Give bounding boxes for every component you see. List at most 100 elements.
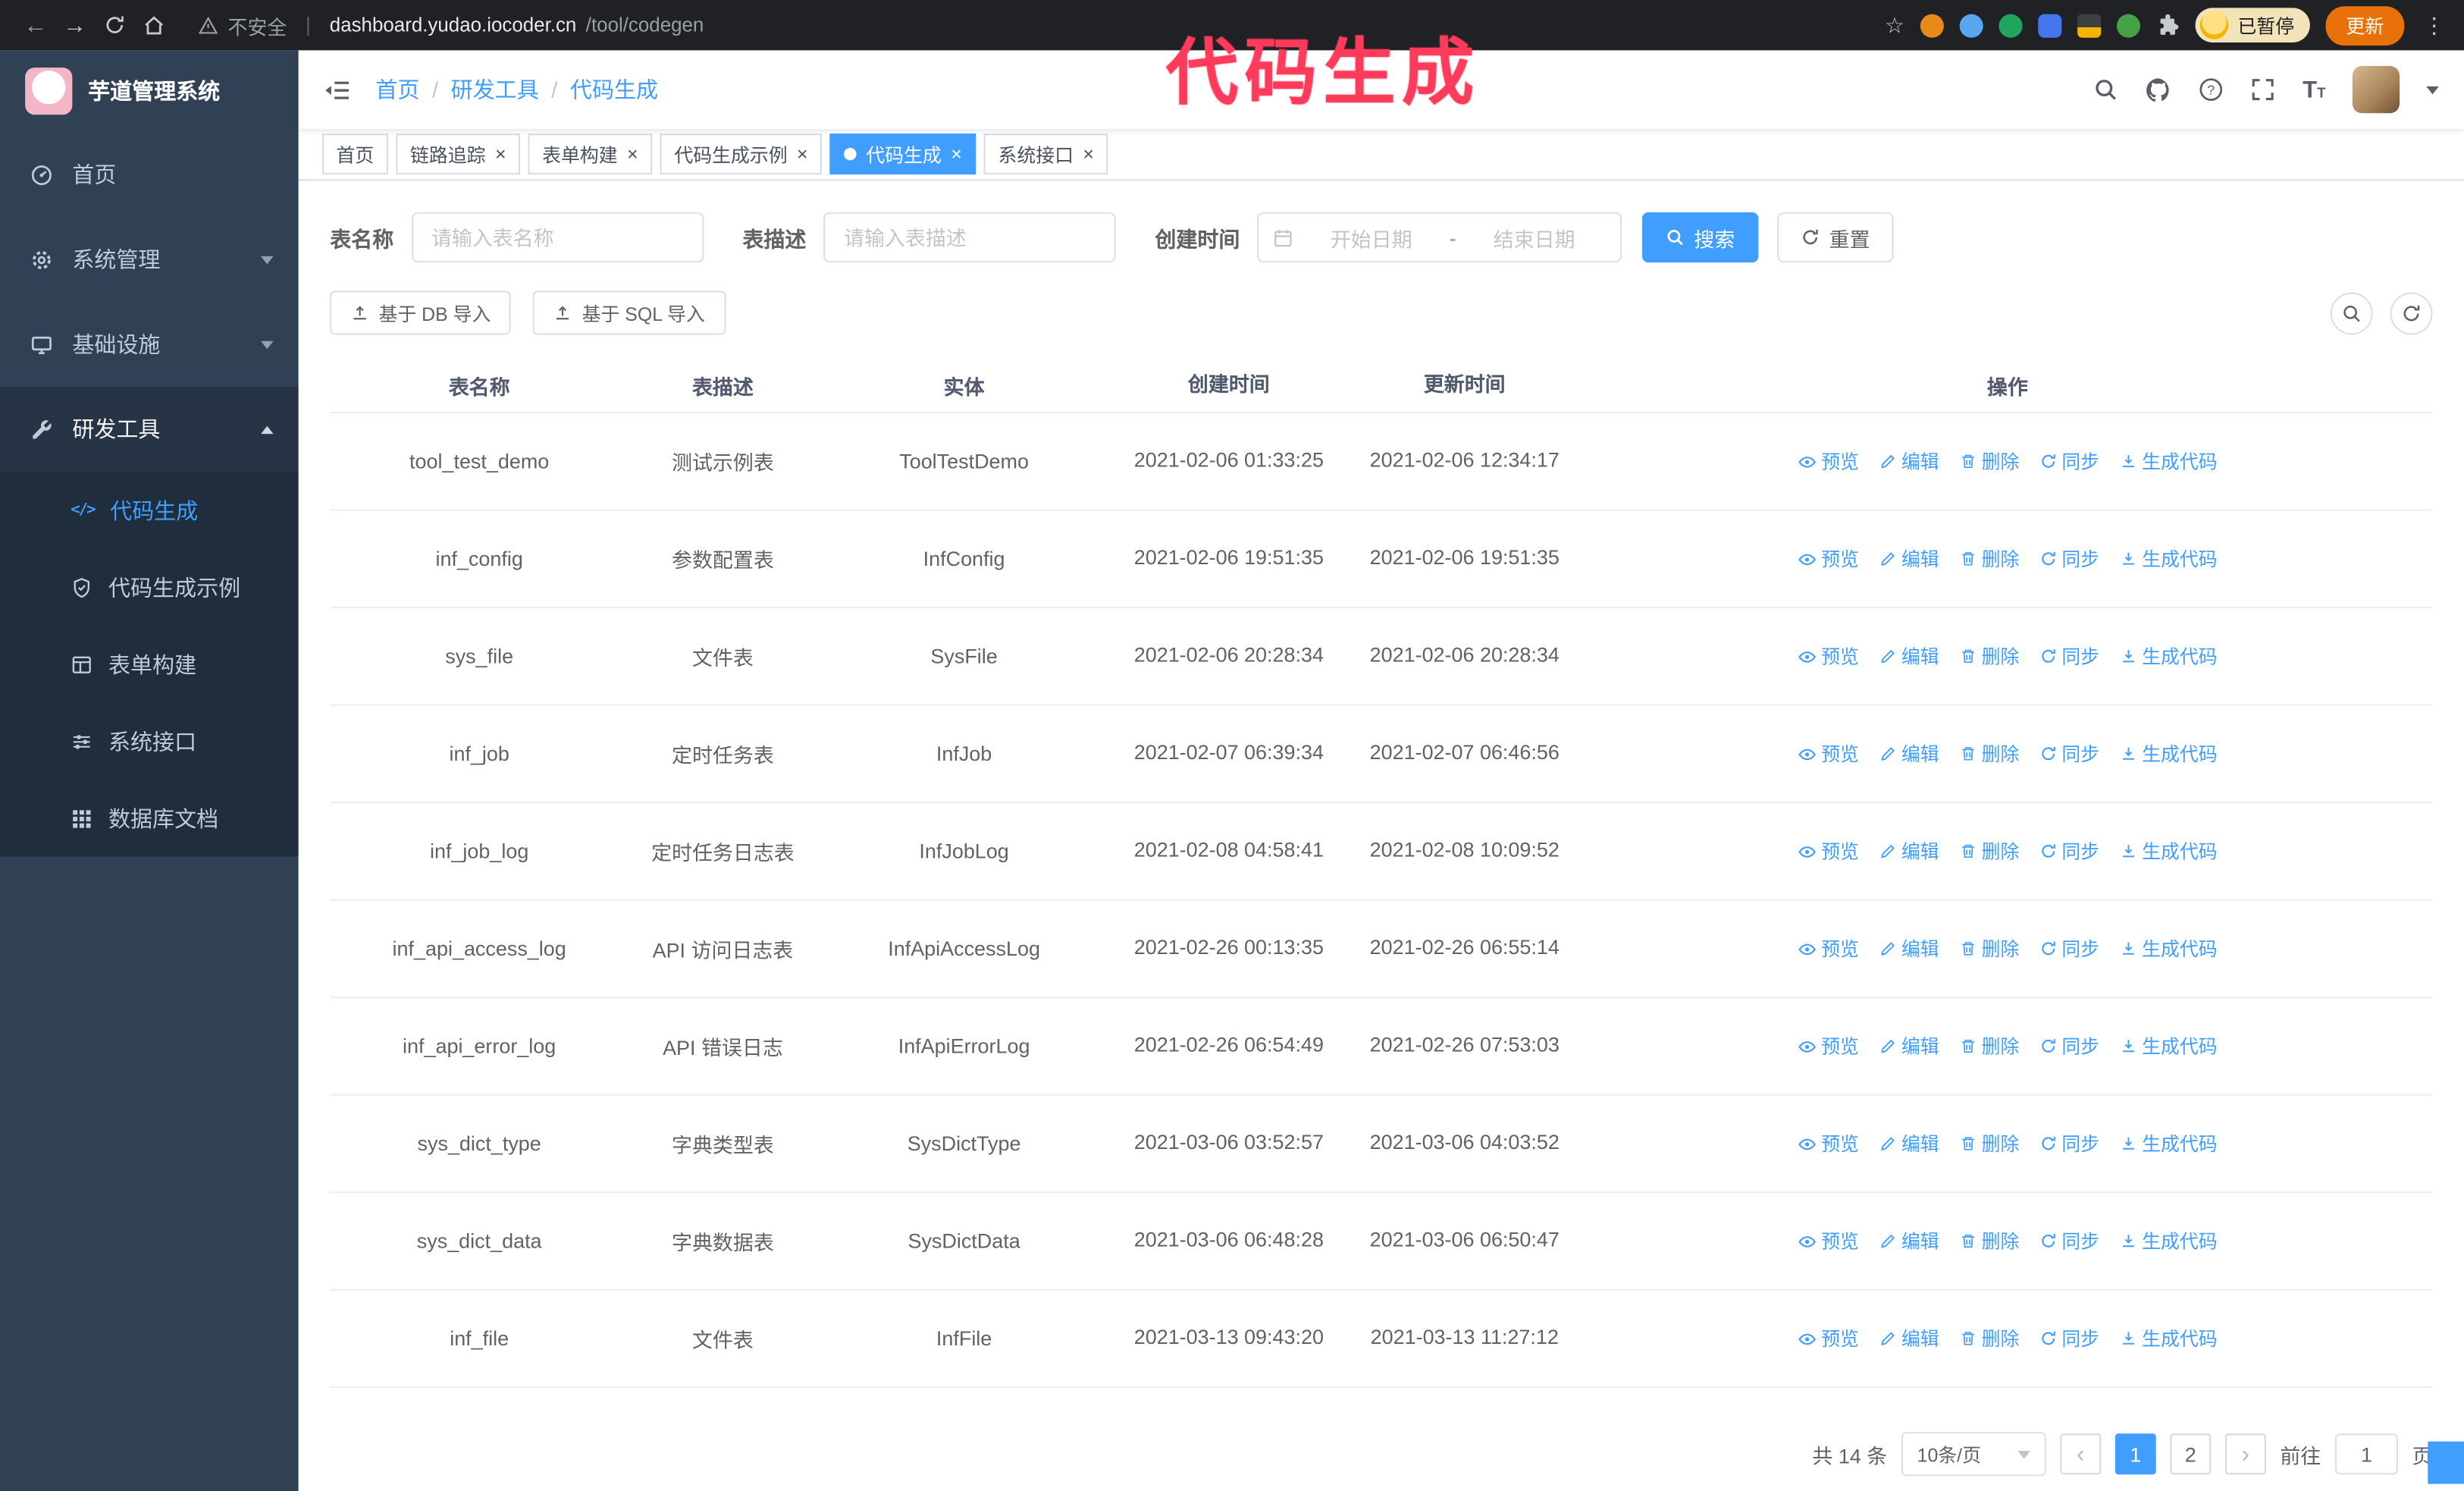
- sidebar-item-infra[interactable]: 基础设施: [0, 302, 299, 387]
- delete-link[interactable]: 删除: [1960, 545, 2019, 572]
- extension-icon[interactable]: [1998, 13, 2023, 37]
- edit-link[interactable]: 编辑: [1879, 643, 1939, 670]
- edit-link[interactable]: 编辑: [1879, 448, 1939, 475]
- delete-link[interactable]: 删除: [1960, 838, 2019, 865]
- preview-link[interactable]: 预览: [1798, 448, 1859, 475]
- generate-code-link[interactable]: 生成代码: [2120, 643, 2218, 670]
- delete-link[interactable]: 删除: [1960, 1325, 2019, 1351]
- close-icon[interactable]: ×: [627, 145, 638, 164]
- breadcrumb-home[interactable]: 首页: [375, 74, 419, 105]
- extension-icon[interactable]: [2077, 13, 2102, 37]
- table-desc-input[interactable]: [823, 212, 1116, 263]
- tab-system-api[interactable]: 系统接口 ×: [983, 133, 1108, 175]
- github-icon[interactable]: [2146, 77, 2172, 103]
- bookmark-star-icon[interactable]: ☆: [1885, 12, 1904, 39]
- goto-page-input[interactable]: [2334, 1433, 2398, 1475]
- generate-code-link[interactable]: 生成代码: [2120, 935, 2218, 962]
- delete-link[interactable]: 删除: [1960, 935, 2019, 962]
- next-page-button[interactable]: ›: [2224, 1433, 2266, 1475]
- breadcrumb-devtools[interactable]: 研发工具: [451, 74, 539, 105]
- extension-icon[interactable]: [2038, 13, 2062, 37]
- sync-link[interactable]: 同步: [2039, 1325, 2099, 1351]
- edit-link[interactable]: 编辑: [1879, 935, 1939, 962]
- close-icon[interactable]: ×: [495, 145, 506, 164]
- delete-link[interactable]: 删除: [1960, 448, 2019, 475]
- preview-link[interactable]: 预览: [1798, 1325, 1859, 1351]
- reload-icon[interactable]: [94, 14, 133, 36]
- edit-link[interactable]: 编辑: [1879, 1033, 1939, 1059]
- sidebar-item-system-api[interactable]: 系统接口: [0, 702, 299, 780]
- preview-link[interactable]: 预览: [1798, 1228, 1859, 1254]
- toggle-search-button[interactable]: [2330, 291, 2373, 334]
- sync-link[interactable]: 同步: [2039, 643, 2099, 670]
- sidebar-item-system[interactable]: 系统管理: [0, 217, 299, 302]
- generate-code-link[interactable]: 生成代码: [2120, 1325, 2218, 1351]
- tab-form-builder[interactable]: 表单构建 ×: [528, 133, 653, 175]
- preview-link[interactable]: 预览: [1798, 935, 1859, 962]
- search-button[interactable]: 搜索: [1641, 212, 1759, 263]
- delete-link[interactable]: 删除: [1960, 1130, 2019, 1157]
- edit-link[interactable]: 编辑: [1879, 1228, 1939, 1254]
- edit-link[interactable]: 编辑: [1879, 545, 1939, 572]
- edit-link[interactable]: 编辑: [1879, 1130, 1939, 1157]
- forward-icon[interactable]: →: [55, 12, 95, 39]
- tab-trace[interactable]: 链路追踪 ×: [396, 133, 521, 175]
- date-end-placeholder[interactable]: 结束日期: [1462, 222, 1606, 252]
- generate-code-link[interactable]: 生成代码: [2120, 545, 2218, 572]
- edit-link[interactable]: 编辑: [1879, 1325, 1939, 1351]
- sync-link[interactable]: 同步: [2039, 935, 2099, 962]
- sync-link[interactable]: 同步: [2039, 1033, 2099, 1059]
- address-bar[interactable]: 不安全 | dashboard.yudao.iocoder.cn/tool/co…: [198, 10, 1885, 39]
- sidebar-item-home[interactable]: 首页: [0, 132, 299, 217]
- delete-link[interactable]: 删除: [1960, 643, 2019, 670]
- preview-link[interactable]: 预览: [1798, 1033, 1859, 1059]
- edit-link[interactable]: 编辑: [1879, 740, 1939, 767]
- sidebar-item-form-builder[interactable]: 表单构建: [0, 626, 299, 703]
- tab-home[interactable]: 首页: [321, 133, 388, 175]
- corner-button[interactable]: [2428, 1441, 2464, 1484]
- help-icon[interactable]: ?: [2199, 77, 2224, 102]
- preview-link[interactable]: 预览: [1798, 1130, 1859, 1157]
- page-size-select[interactable]: 10条/页: [1901, 1432, 2046, 1477]
- generate-code-link[interactable]: 生成代码: [2120, 1033, 2218, 1059]
- prev-page-button[interactable]: ‹: [2060, 1433, 2102, 1475]
- sync-link[interactable]: 同步: [2039, 1228, 2099, 1254]
- extensions-puzzle-icon[interactable]: [2156, 13, 2180, 37]
- delete-link[interactable]: 删除: [1960, 1033, 2019, 1059]
- sync-link[interactable]: 同步: [2039, 1130, 2099, 1157]
- preview-link[interactable]: 预览: [1798, 838, 1859, 865]
- search-icon[interactable]: [2094, 77, 2119, 102]
- close-icon[interactable]: ×: [797, 145, 808, 164]
- sync-link[interactable]: 同步: [2039, 838, 2099, 865]
- update-button[interactable]: 更新: [2325, 5, 2405, 46]
- tab-codegen[interactable]: 代码生成 ×: [829, 133, 977, 175]
- extension-icon[interactable]: [1959, 13, 1983, 37]
- sidebar-item-codegen[interactable]: </> 代码生成: [0, 472, 299, 549]
- font-size-icon[interactable]: TT: [2303, 78, 2325, 102]
- date-start-placeholder[interactable]: 开始日期: [1299, 222, 1443, 252]
- sidebar-item-db-doc[interactable]: 数据库文档: [0, 780, 299, 857]
- fullscreen-icon[interactable]: [2251, 77, 2276, 102]
- sidebar-item-codegen-example[interactable]: 代码生成示例: [0, 548, 299, 626]
- refresh-table-button[interactable]: [2390, 291, 2433, 334]
- chevron-down-icon[interactable]: [2426, 85, 2439, 94]
- generate-code-link[interactable]: 生成代码: [2120, 448, 2218, 475]
- profile-chip[interactable]: 已暂停: [2195, 8, 2310, 42]
- home-icon[interactable]: [133, 14, 173, 36]
- fold-menu-icon[interactable]: [324, 77, 350, 103]
- sync-link[interactable]: 同步: [2039, 448, 2099, 475]
- close-icon[interactable]: ×: [1083, 145, 1094, 164]
- page-1-button[interactable]: 1: [2114, 1433, 2156, 1475]
- preview-link[interactable]: 预览: [1798, 545, 1859, 572]
- tab-codegen-example[interactable]: 代码生成示例 ×: [660, 133, 823, 175]
- back-icon[interactable]: ←: [16, 12, 55, 39]
- import-sql-button[interactable]: 基于 SQL 导入: [533, 290, 726, 335]
- import-db-button[interactable]: 基于 DB 导入: [330, 290, 512, 335]
- delete-link[interactable]: 删除: [1960, 1228, 2019, 1254]
- generate-code-link[interactable]: 生成代码: [2120, 1130, 2218, 1157]
- sync-link[interactable]: 同步: [2039, 740, 2099, 767]
- create-time-range-picker[interactable]: 开始日期 - 结束日期: [1257, 212, 1622, 263]
- edit-link[interactable]: 编辑: [1879, 838, 1939, 865]
- generate-code-link[interactable]: 生成代码: [2120, 740, 2218, 767]
- user-avatar[interactable]: [2352, 66, 2400, 114]
